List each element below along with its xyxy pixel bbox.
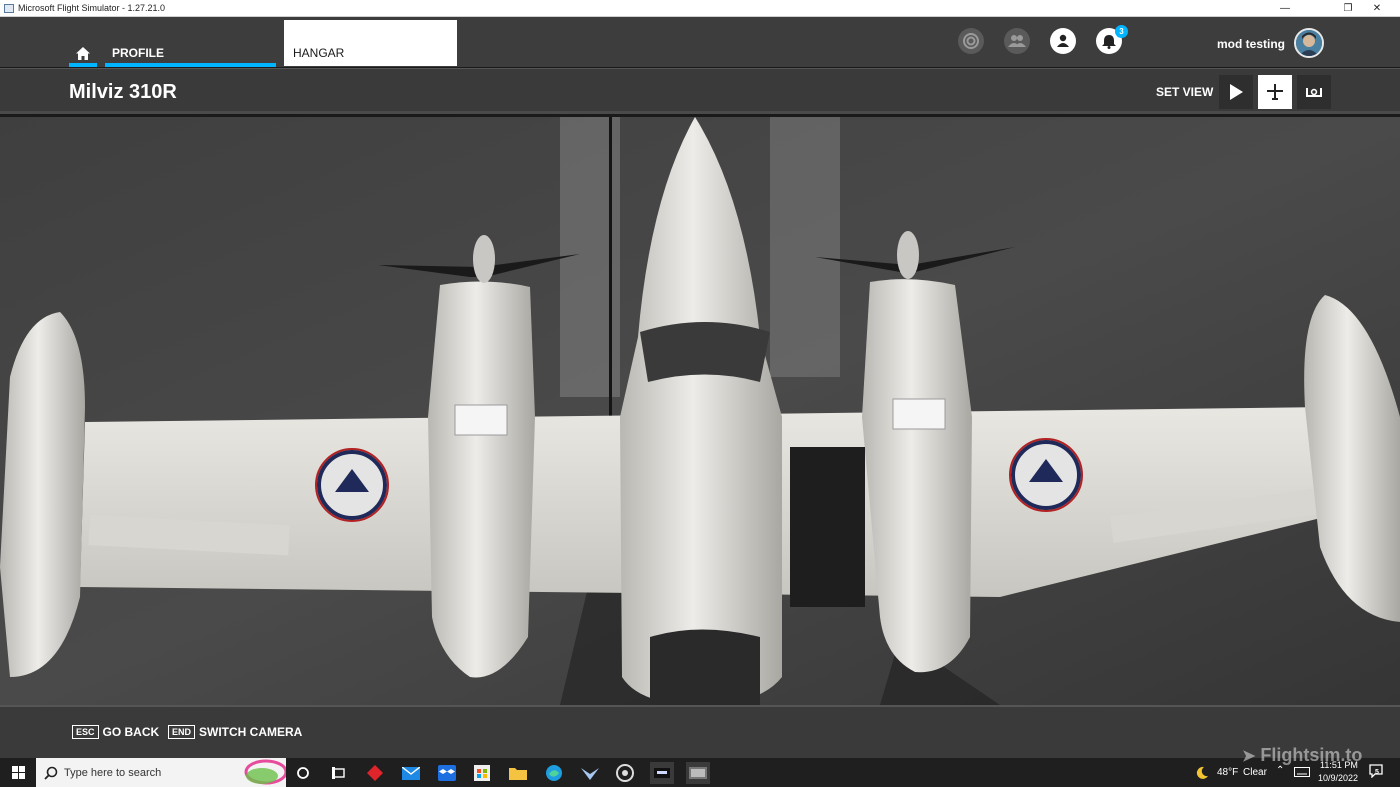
aircraft-viewport[interactable] xyxy=(0,117,1400,705)
tray-chevron-icon[interactable]: ⌃ xyxy=(1276,765,1284,776)
avatar[interactable] xyxy=(1294,28,1324,58)
esc-key: ESC xyxy=(72,725,99,739)
tab-profile-indicator xyxy=(105,63,276,67)
store-icon[interactable] xyxy=(471,762,493,784)
weather-condition[interactable]: Clear xyxy=(1243,767,1267,778)
watermark-text: Flightsim.to xyxy=(1260,745,1363,765)
start-button[interactable] xyxy=(0,758,36,787)
airplane-top-icon xyxy=(1267,84,1283,100)
windows-taskbar: Type here to search 48°F Clear ⌃ 11:51 P… xyxy=(0,758,1400,787)
cortana-icon[interactable] xyxy=(292,762,314,784)
paper-plane-icon: ➤ xyxy=(1242,748,1256,765)
wings-app-icon[interactable] xyxy=(579,762,601,784)
task-view-icon[interactable] xyxy=(328,762,350,784)
username[interactable]: mod testing xyxy=(1217,37,1285,51)
tab-profile[interactable]: PROFILE xyxy=(105,45,276,67)
minimize-button[interactable]: — xyxy=(1262,0,1308,17)
close-button[interactable]: ✕ xyxy=(1354,0,1400,17)
dropbox-icon[interactable] xyxy=(436,762,458,784)
exterior-view-icon xyxy=(1306,88,1322,97)
msfs-taskbar-icon[interactable] xyxy=(650,762,674,784)
edge-icon[interactable] xyxy=(543,762,565,784)
switch-camera-button[interactable]: END SWITCH CAMERA xyxy=(168,725,302,739)
page-title: Milviz 310R xyxy=(69,81,177,103)
msfs-window-icon[interactable] xyxy=(686,762,710,784)
tab-profile-label: PROFILE xyxy=(112,46,165,60)
red-app-icon[interactable] xyxy=(364,762,386,784)
moon-icon xyxy=(1196,766,1208,779)
switch-camera-label: SWITCH CAMERA xyxy=(199,725,303,739)
end-key: END xyxy=(168,725,196,739)
exterior-view-button[interactable] xyxy=(1297,75,1331,109)
aircraft-render xyxy=(0,117,1400,705)
bell-icon xyxy=(1102,34,1116,49)
tab-hangar[interactable]: HANGAR xyxy=(284,20,457,66)
home-icon xyxy=(76,47,90,60)
window-title: Microsoft Flight Simulator - 1.27.21.0 xyxy=(18,3,166,13)
action-center-count: 5 xyxy=(1375,769,1379,776)
notifications-button[interactable]: 3 xyxy=(1096,25,1128,54)
action-center-button[interactable]: 5 xyxy=(1369,764,1385,780)
settings-app-icon[interactable] xyxy=(614,762,636,784)
top-view-button[interactable] xyxy=(1258,75,1292,109)
set-view-label: SET VIEW xyxy=(1156,85,1214,99)
home-tab[interactable] xyxy=(69,45,97,67)
target-icon[interactable] xyxy=(958,28,984,54)
play-icon xyxy=(1230,84,1243,100)
app-icon xyxy=(4,3,14,13)
tab-hangar-label: HANGAR xyxy=(293,46,345,60)
search-icon xyxy=(44,766,58,780)
top-navigation: PROFILE HANGAR 3 mod testing xyxy=(0,17,1400,67)
mail-icon[interactable] xyxy=(400,762,422,784)
friends-icon[interactable] xyxy=(1004,28,1030,54)
folder-icon[interactable] xyxy=(507,762,529,784)
aircraft-header: Milviz 310R SET VIEW xyxy=(0,68,1400,114)
keyboard-icon[interactable] xyxy=(1294,767,1310,777)
windows-icon xyxy=(11,766,25,779)
watermark: ➤ Flightsim.to xyxy=(1242,745,1362,766)
home-tab-indicator xyxy=(69,63,97,67)
weather-temp[interactable]: 48°F xyxy=(1217,767,1238,778)
notification-badge: 3 xyxy=(1115,25,1128,38)
window-titlebar: Microsoft Flight Simulator - 1.27.21.0 —… xyxy=(0,0,1400,17)
profile-icon[interactable] xyxy=(1050,28,1076,54)
taskbar-search[interactable]: Type here to search xyxy=(36,758,286,787)
clock-date[interactable]: 10/9/2022 xyxy=(1318,773,1358,783)
go-back-label: GO BACK xyxy=(102,725,160,739)
search-placeholder: Type here to search xyxy=(64,766,162,779)
play-view-button[interactable] xyxy=(1219,75,1253,109)
search-highlight-icon xyxy=(244,759,286,785)
footer-bar: ESC GO BACK END SWITCH CAMERA xyxy=(0,705,1400,758)
go-back-button[interactable]: ESC GO BACK xyxy=(72,725,159,739)
